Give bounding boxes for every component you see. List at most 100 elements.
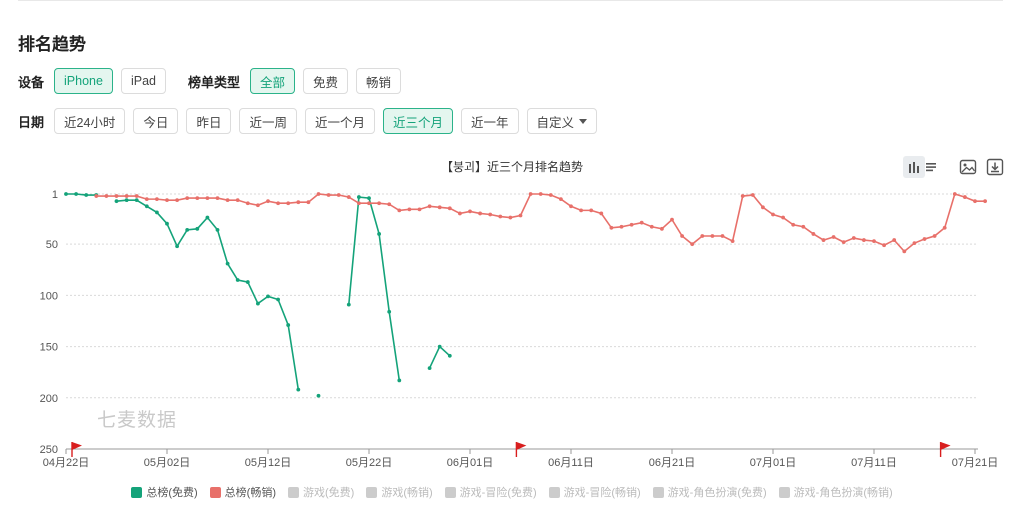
data-point <box>367 196 371 200</box>
data-point <box>387 309 392 314</box>
data-point <box>973 199 977 204</box>
y-tick-label: 1 <box>52 189 58 201</box>
data-point <box>397 378 402 383</box>
data-point <box>346 302 351 307</box>
data-point <box>165 198 169 203</box>
data-point <box>841 240 846 245</box>
data-point <box>892 238 897 242</box>
data-point <box>437 344 442 349</box>
data-point <box>437 205 442 210</box>
data-point <box>316 393 321 398</box>
data-point <box>811 232 816 236</box>
legend-label: 游戏-冒险(免费) <box>459 487 537 499</box>
data-point <box>781 215 785 220</box>
data-point <box>286 323 291 327</box>
rank-trend-chart: 150100150200250 04月22日 05月02日 05月12日 05月22日… <box>40 189 999 469</box>
data-point <box>144 204 149 209</box>
y-tick-label: 100 <box>40 290 58 302</box>
data-point <box>983 199 987 204</box>
data-point <box>649 224 654 229</box>
data-point <box>296 200 301 205</box>
data-point <box>447 206 452 211</box>
watermark: 七麦数据 <box>97 410 178 431</box>
legend-item-games-grossing[interactable]: 游戏(畅销) <box>366 484 433 500</box>
data-point <box>114 199 119 204</box>
data-point <box>508 215 513 220</box>
legend-item-adventure-grossing[interactable]: 游戏-冒险(畅销) <box>548 484 641 500</box>
data-point <box>942 225 947 230</box>
data-point <box>498 214 503 219</box>
y-axis-ticks: 150100150200250 <box>40 189 58 456</box>
x-tick-label: 05月12日 <box>245 457 291 469</box>
legend-swatch <box>778 486 790 498</box>
chart-legend: 总榜(免费) 总榜(畅销) 游戏(免费) 游戏(畅销) 游戏-冒险(免费) 游戏… <box>0 484 1024 500</box>
data-point <box>417 207 422 212</box>
data-point <box>235 198 240 203</box>
data-point <box>710 234 715 238</box>
data-point <box>205 215 210 220</box>
data-point <box>124 198 129 203</box>
data-point <box>387 202 392 207</box>
legend-item-rpg-grossing[interactable]: 游戏-角色扮演(畅销) <box>778 484 893 500</box>
series-line <box>348 196 401 381</box>
legend-item-games-free[interactable]: 游戏(免费) <box>288 484 354 500</box>
data-point <box>680 234 684 238</box>
data-point <box>296 387 301 392</box>
data-point <box>882 243 886 248</box>
data-point <box>134 198 139 203</box>
data-point <box>963 195 967 199</box>
data-point <box>377 232 381 236</box>
data-point <box>377 201 381 206</box>
legend-label: 游戏-角色扮演(畅销) <box>793 487 893 499</box>
x-tick-label: 04月22日 <box>43 457 89 469</box>
legend-item-grossing-total[interactable]: 总榜(畅销) <box>209 484 276 500</box>
data-point <box>114 194 119 198</box>
legend-swatch <box>444 486 456 498</box>
legend-item-rpg-free[interactable]: 游戏-角色扮演(免费) <box>652 484 767 500</box>
data-point <box>195 226 200 231</box>
data-point <box>427 366 432 370</box>
y-tick-label: 250 <box>40 444 58 456</box>
data-point <box>862 238 866 242</box>
data-point <box>548 193 553 197</box>
data-point <box>155 197 159 202</box>
data-point <box>427 204 432 209</box>
data-point <box>94 194 99 198</box>
legend-label: 游戏(畅销) <box>381 487 433 499</box>
data-point <box>185 227 190 232</box>
legend-item-adventure-free[interactable]: 游戏-冒险(免费) <box>444 484 537 500</box>
data-point <box>165 221 169 226</box>
data-point <box>579 208 583 213</box>
series-1 <box>94 192 987 254</box>
data-point <box>195 196 200 200</box>
x-axis: 04月22日 05月02日 05月12日 05月22日 06月01日 06月11日 06月2… <box>43 448 998 469</box>
data-point <box>124 194 129 198</box>
data-point <box>851 236 856 240</box>
data-point <box>912 241 917 246</box>
legend-label: 游戏-冒险(畅销) <box>563 487 641 499</box>
x-tick-label: 07月21日 <box>952 457 998 469</box>
data-point <box>266 199 270 204</box>
data-point <box>801 224 806 229</box>
x-tick-label: 05月02日 <box>144 457 190 469</box>
data-point <box>357 195 361 199</box>
y-tick-label: 200 <box>40 393 58 405</box>
data-point <box>215 196 220 200</box>
data-point <box>225 261 230 266</box>
x-tick-label: 07月11日 <box>851 457 897 469</box>
data-point <box>316 192 321 196</box>
data-point <box>276 297 280 302</box>
data-point <box>589 208 594 213</box>
data-point <box>245 201 250 206</box>
y-tick-label: 150 <box>40 342 58 354</box>
legend-swatch <box>548 486 560 498</box>
data-point <box>235 278 240 282</box>
legend-item-free-total[interactable]: 总榜(免费) <box>131 484 198 500</box>
data-point <box>629 222 634 227</box>
data-point <box>952 192 957 196</box>
data-point <box>761 205 765 210</box>
data-point <box>346 195 351 199</box>
data-point <box>74 192 78 196</box>
data-point <box>144 197 149 202</box>
data-point <box>538 192 543 196</box>
